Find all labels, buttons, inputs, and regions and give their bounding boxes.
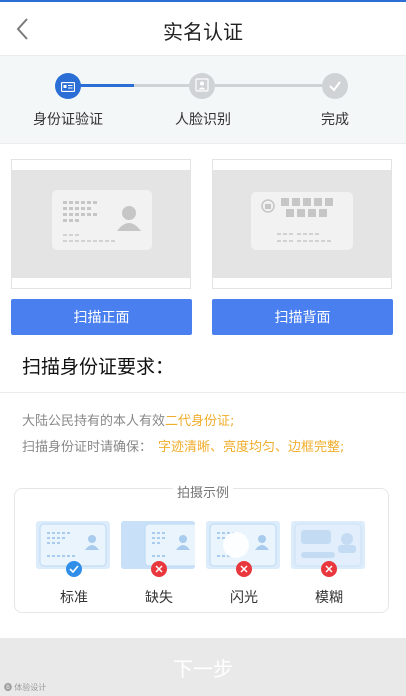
id-card-icon [60,77,76,96]
id-front-preview[interactable] [11,159,191,289]
requirement-line-1: 大陆公民持有的本人有效二代身份证; [22,414,235,429]
watermark: 🅑 体验设计 [4,683,47,692]
requirements-title: 扫描身份证要求： [22,356,175,378]
section-divider [0,392,406,393]
scan-front-button[interactable]: 扫描正面 [11,299,192,335]
id-back-illustration [251,192,353,250]
example-label-blurry: 模糊 [315,590,343,606]
progress-stepper: 身份证验证 人脸识别 完成 [0,56,406,144]
examples-title: 拍摄示例 [0,482,406,501]
step-3-indicator [322,73,348,99]
step-2-indicator [189,73,215,99]
id-front-illustration [52,190,152,250]
step-label-face: 人脸识别 [175,112,231,128]
next-step-button[interactable]: 下一步 [0,638,406,696]
step-1-indicator [55,73,81,99]
requirement-line-2: 扫描身份证时请确保： 字迹清晰、亮度均匀、边框完整; [22,440,345,455]
page-title: 实名认证 [163,20,243,44]
x-circle-icon [151,561,167,577]
requirement-highlight-2: 字迹清晰、亮度均匀、边框完整; [158,440,345,455]
nav-header: 实名认证 [0,2,406,56]
stepper-track [215,84,322,87]
face-icon [195,77,209,96]
example-label-standard: 标准 [60,590,88,606]
step-label-done: 完成 [321,112,349,128]
stepper-track [134,84,189,87]
id-back-preview[interactable] [212,159,392,289]
requirement-highlight-1: 二代身份证; [165,414,235,429]
example-label-missing: 缺失 [145,590,173,606]
step-label-id-verify: 身份证验证 [33,112,103,128]
x-circle-icon [321,561,337,577]
check-icon [328,77,342,96]
example-label-flash: 闪光 [230,590,258,606]
scan-back-button[interactable]: 扫描背面 [212,299,393,335]
check-circle-icon [66,561,82,577]
x-circle-icon [236,561,252,577]
